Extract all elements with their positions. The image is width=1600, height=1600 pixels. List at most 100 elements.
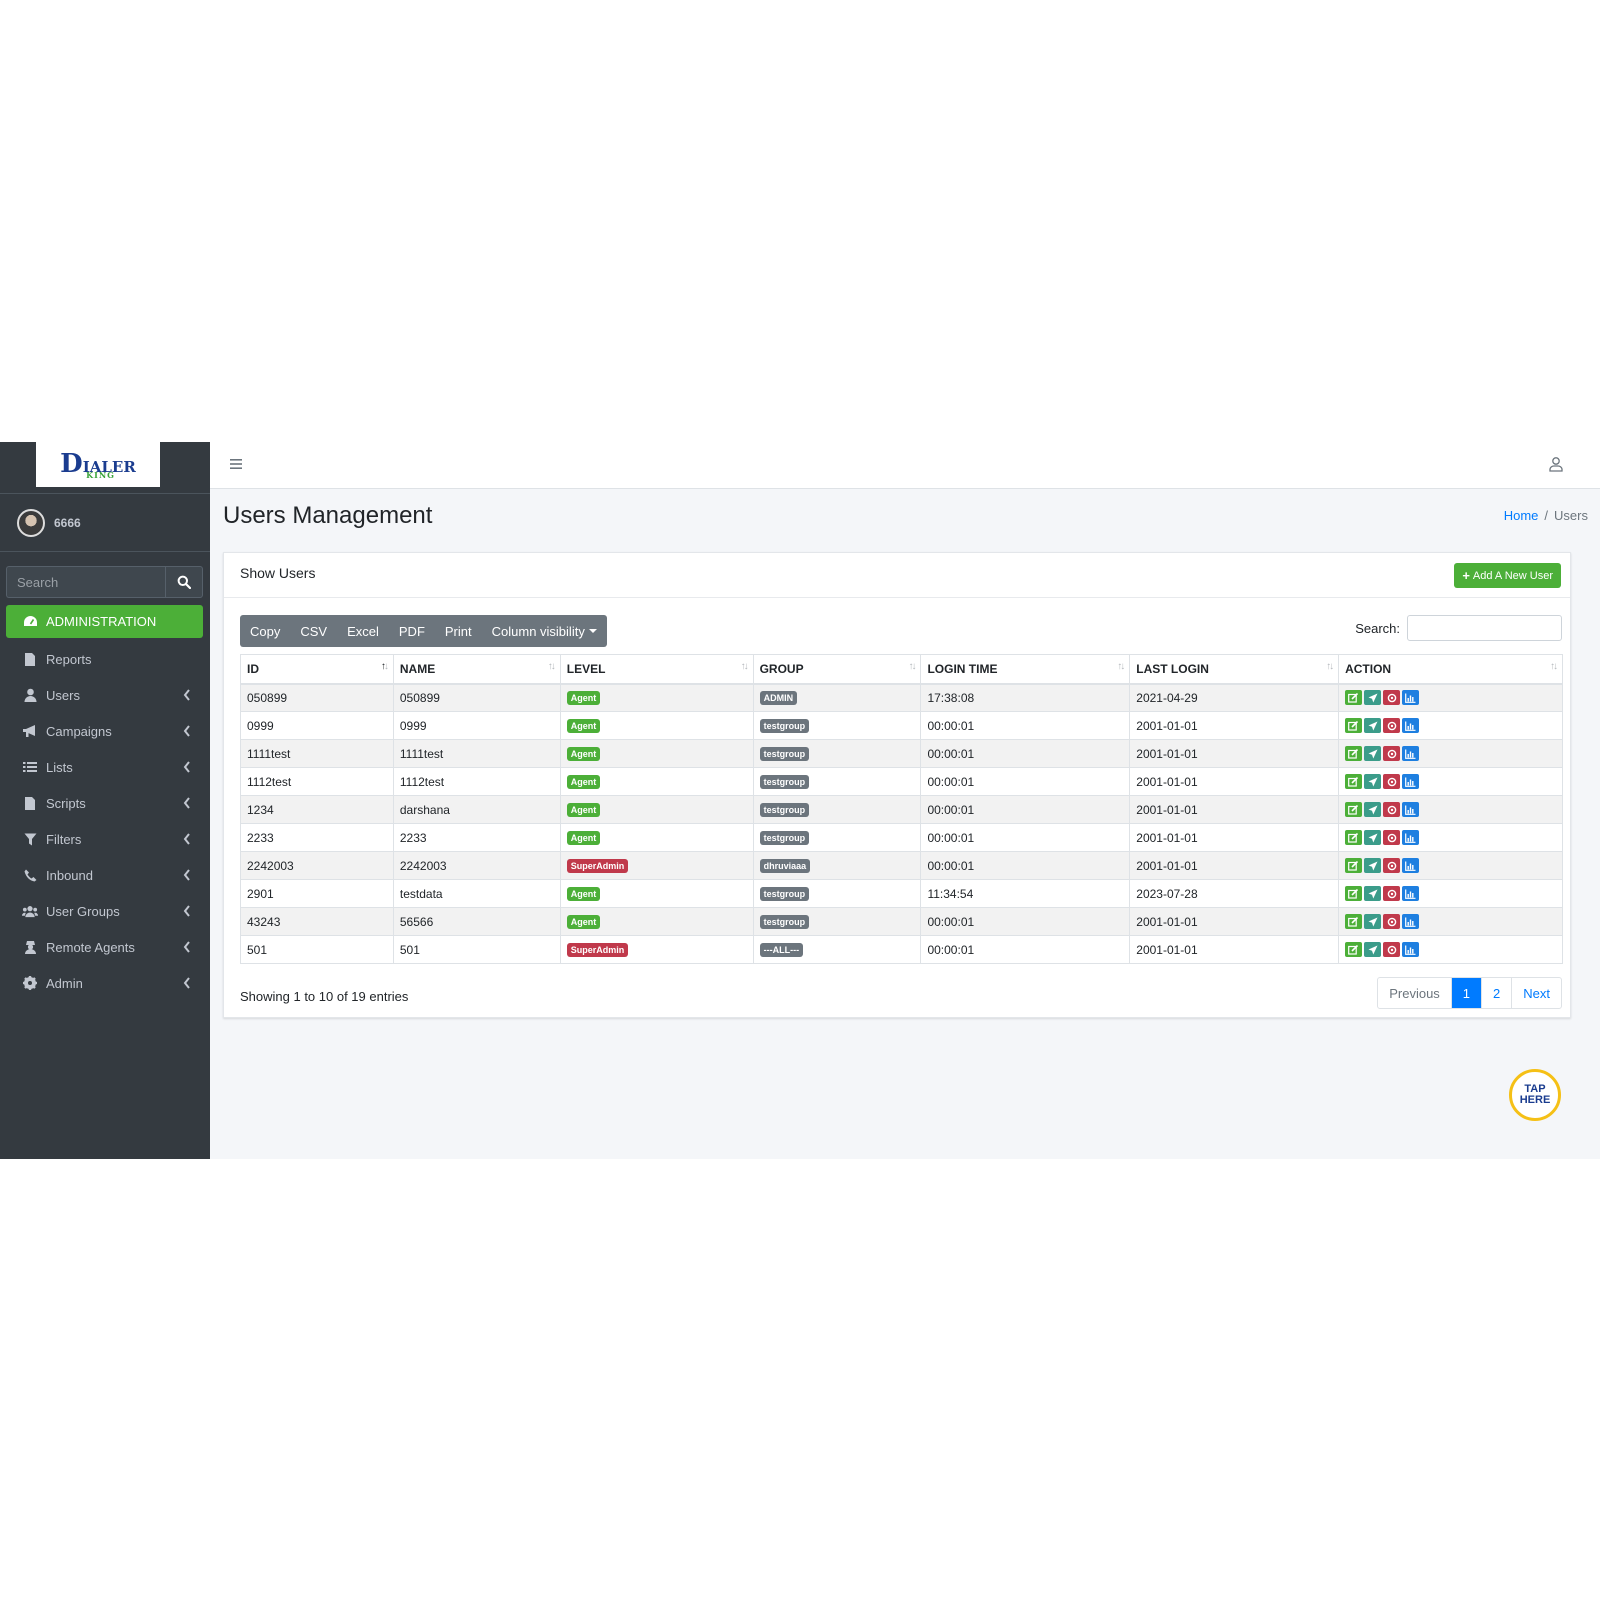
sidebar-item-user-groups[interactable]: User Groups bbox=[6, 893, 203, 929]
sidebar-item-scripts[interactable]: Scripts bbox=[6, 785, 203, 821]
action-buttons bbox=[1345, 914, 1420, 930]
csv-button[interactable]: CSV bbox=[290, 615, 337, 647]
breadcrumb-home-link[interactable]: Home bbox=[1504, 508, 1539, 523]
stats-button[interactable] bbox=[1402, 746, 1420, 762]
edit-button[interactable] bbox=[1345, 802, 1363, 818]
group-cell: testgroup bbox=[752, 739, 922, 768]
send-button[interactable] bbox=[1364, 830, 1382, 846]
column-header-name[interactable]: NAME ↑↓ bbox=[392, 654, 561, 685]
level-badge: Agent bbox=[566, 775, 601, 789]
copy-button[interactable]: Copy bbox=[240, 615, 290, 647]
send-button[interactable] bbox=[1364, 914, 1382, 930]
last-login-cell: 2001-01-01 bbox=[1129, 795, 1340, 824]
column-header-group[interactable]: GROUP ↑↓ bbox=[752, 654, 922, 685]
send-button[interactable] bbox=[1364, 942, 1382, 958]
add-new-user-button[interactable]: + Add A New User bbox=[1454, 563, 1561, 588]
stats-button[interactable] bbox=[1402, 718, 1420, 734]
edit-button[interactable] bbox=[1345, 858, 1363, 874]
disable-button[interactable] bbox=[1383, 746, 1401, 762]
disable-button[interactable] bbox=[1383, 830, 1401, 846]
column-header-action[interactable]: ACTION ↑↓ bbox=[1338, 654, 1563, 685]
hamburger-menu-icon[interactable] bbox=[230, 458, 242, 470]
column-header-id[interactable]: ID ↑↓ bbox=[240, 654, 394, 685]
disable-button[interactable] bbox=[1383, 690, 1401, 706]
edit-icon bbox=[1348, 804, 1359, 815]
send-button[interactable] bbox=[1364, 718, 1382, 734]
sidebar-search-input[interactable]: Search bbox=[6, 566, 165, 598]
sidebar-item-remote-agents[interactable]: Remote Agents bbox=[6, 929, 203, 965]
edit-button[interactable] bbox=[1345, 886, 1363, 902]
edit-icon bbox=[1348, 832, 1359, 843]
group-badge: ---ALL--- bbox=[759, 943, 804, 957]
edit-button[interactable] bbox=[1345, 690, 1363, 706]
sidebar-item-campaigns[interactable]: Campaigns bbox=[6, 713, 203, 749]
stats-button[interactable] bbox=[1402, 802, 1420, 818]
next-page-button[interactable]: Next bbox=[1511, 978, 1561, 1008]
sidebar-item-reports[interactable]: Reports bbox=[6, 641, 203, 677]
stats-button[interactable] bbox=[1402, 858, 1420, 874]
tap-here-widget[interactable]: TAP HERE bbox=[1509, 1069, 1561, 1121]
print-button[interactable]: Print bbox=[435, 615, 482, 647]
sidebar-item-inbound[interactable]: Inbound bbox=[6, 857, 203, 893]
disable-button[interactable] bbox=[1383, 774, 1401, 790]
user-name[interactable]: 6666 bbox=[54, 516, 81, 530]
logo-letter: D bbox=[60, 448, 83, 479]
sidebar-item-filters[interactable]: Filters bbox=[6, 821, 203, 857]
disable-button[interactable] bbox=[1383, 718, 1401, 734]
group-cell: ---ALL--- bbox=[752, 935, 922, 964]
stats-button[interactable] bbox=[1402, 830, 1420, 846]
level-badge: Agent bbox=[566, 747, 601, 761]
sort-icon: ↑↓ bbox=[380, 661, 389, 672]
edit-button[interactable] bbox=[1345, 830, 1363, 846]
send-button[interactable] bbox=[1364, 774, 1382, 790]
send-button[interactable] bbox=[1364, 690, 1382, 706]
disable-button[interactable] bbox=[1383, 914, 1401, 930]
filter-icon bbox=[22, 831, 38, 847]
send-button[interactable] bbox=[1364, 802, 1382, 818]
column-header-last-login[interactable]: LAST LOGIN ↑↓ bbox=[1129, 654, 1340, 685]
table-search-input[interactable] bbox=[1407, 615, 1562, 641]
previous-page-button[interactable]: Previous bbox=[1378, 978, 1451, 1008]
group-badge: testgroup bbox=[759, 775, 810, 789]
column-header-login-time[interactable]: LOGIN TIME ↑↓ bbox=[920, 654, 1131, 685]
edit-button[interactable] bbox=[1345, 942, 1363, 958]
send-button[interactable] bbox=[1364, 886, 1382, 902]
sidebar-search-button[interactable] bbox=[165, 566, 203, 598]
disable-button[interactable] bbox=[1383, 886, 1401, 902]
stats-button[interactable] bbox=[1402, 914, 1420, 930]
stats-button[interactable] bbox=[1402, 690, 1420, 706]
login-time-cell: 00:00:01 bbox=[920, 935, 1131, 964]
power-icon bbox=[1387, 749, 1396, 758]
send-button[interactable] bbox=[1364, 858, 1382, 874]
disable-button[interactable] bbox=[1383, 942, 1401, 958]
stats-button[interactable] bbox=[1402, 886, 1420, 902]
name-cell: 501 bbox=[392, 935, 561, 964]
group-badge: testgroup bbox=[759, 915, 810, 929]
send-button[interactable] bbox=[1364, 746, 1382, 762]
pdf-button[interactable]: PDF bbox=[389, 615, 435, 647]
brand-logo[interactable]: DIALER KING bbox=[36, 442, 160, 487]
avatar[interactable] bbox=[17, 508, 45, 537]
user-menu-icon[interactable] bbox=[1548, 456, 1564, 472]
page-1-button[interactable]: 1 bbox=[1450, 978, 1482, 1008]
edit-button[interactable] bbox=[1345, 746, 1363, 762]
sidebar-item-admin[interactable]: Admin bbox=[6, 965, 203, 1001]
edit-button[interactable] bbox=[1345, 914, 1363, 930]
sidebar-item-administration[interactable]: ADMINISTRATION bbox=[6, 605, 203, 638]
edit-button[interactable] bbox=[1345, 774, 1363, 790]
column-header-level[interactable]: LEVEL ↑↓ bbox=[559, 654, 754, 685]
edit-button[interactable] bbox=[1345, 718, 1363, 734]
disable-button[interactable] bbox=[1383, 858, 1401, 874]
sidebar-item-lists[interactable]: Lists bbox=[6, 749, 203, 785]
group-badge: dhruviaaa bbox=[759, 859, 811, 873]
page-2-button[interactable]: 2 bbox=[1481, 978, 1511, 1008]
column-visibility-dropdown[interactable]: Column visibility bbox=[482, 615, 607, 647]
stats-button[interactable] bbox=[1402, 774, 1420, 790]
excel-button[interactable]: Excel bbox=[337, 615, 389, 647]
power-icon bbox=[1387, 805, 1396, 814]
sidebar-item-users[interactable]: Users bbox=[6, 677, 203, 713]
disable-button[interactable] bbox=[1383, 802, 1401, 818]
stats-button[interactable] bbox=[1402, 942, 1420, 958]
last-login-cell: 2001-01-01 bbox=[1129, 767, 1340, 796]
table-row: 1234 darshana Agent testgroup 00:00:01 2001-0… bbox=[240, 795, 1563, 824]
